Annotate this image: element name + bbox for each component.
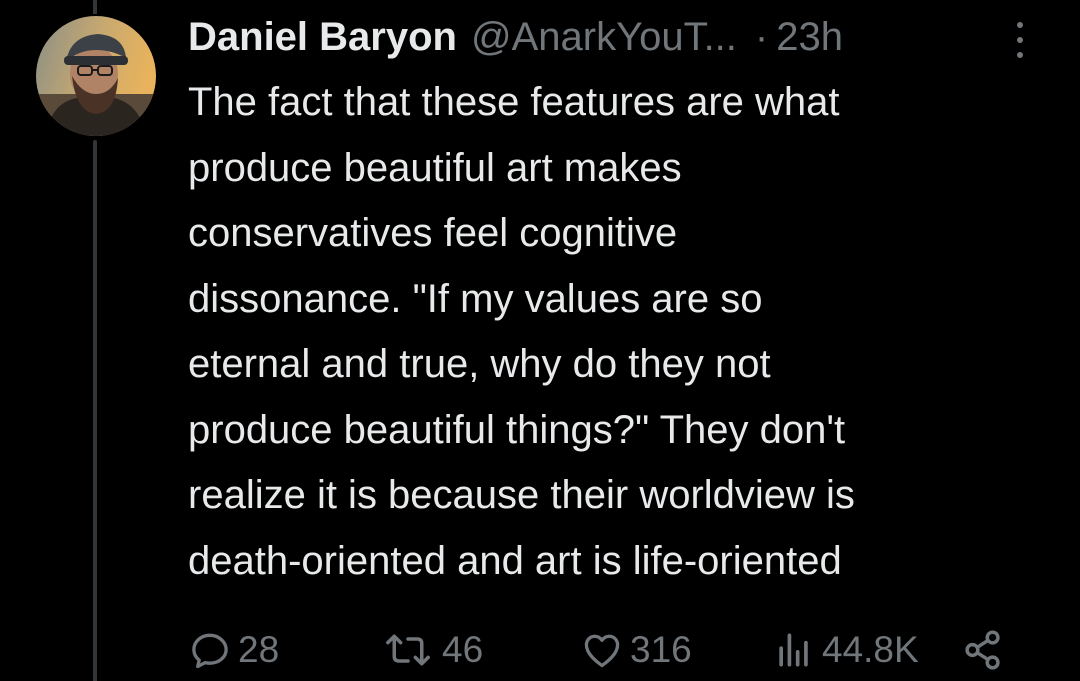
thread-line-top: [93, 0, 97, 14]
separator-dot: ·: [754, 15, 769, 59]
retweet-button[interactable]: 46: [380, 622, 483, 678]
views-button[interactable]: 44.8K: [772, 622, 919, 678]
reply-button[interactable]: 28: [188, 622, 279, 678]
share-icon: [965, 630, 1000, 670]
timestamp[interactable]: 23h: [776, 10, 843, 64]
more-options-icon[interactable]: [1008, 18, 1032, 62]
retweet-count: 46: [442, 629, 484, 670]
like-icon: [584, 634, 620, 668]
share-button[interactable]: [960, 622, 1006, 678]
views-count: 44.8K: [822, 629, 919, 670]
action-bar: 28 46 316 44.8K: [188, 622, 1068, 678]
user-handle[interactable]: @AnarkYouT...: [471, 10, 737, 64]
avatar[interactable]: [36, 16, 156, 136]
user-avatar-photo-icon: [36, 16, 156, 136]
display-name[interactable]: Daniel Baryon: [188, 10, 457, 64]
thread-line: [93, 140, 97, 681]
reply-count: 28: [238, 629, 280, 670]
views-icon: [779, 633, 808, 667]
tweet[interactable]: Daniel Baryon @AnarkYouT... · 23h The fa…: [0, 0, 1080, 681]
like-button[interactable]: 316: [580, 622, 692, 678]
like-count: 316: [630, 629, 692, 670]
tweet-header: Daniel Baryon @AnarkYouT... · 23h: [188, 10, 843, 64]
tweet-text: The fact that these features are what pr…: [188, 80, 855, 583]
reply-icon: [192, 633, 228, 669]
retweet-icon: [386, 634, 430, 666]
